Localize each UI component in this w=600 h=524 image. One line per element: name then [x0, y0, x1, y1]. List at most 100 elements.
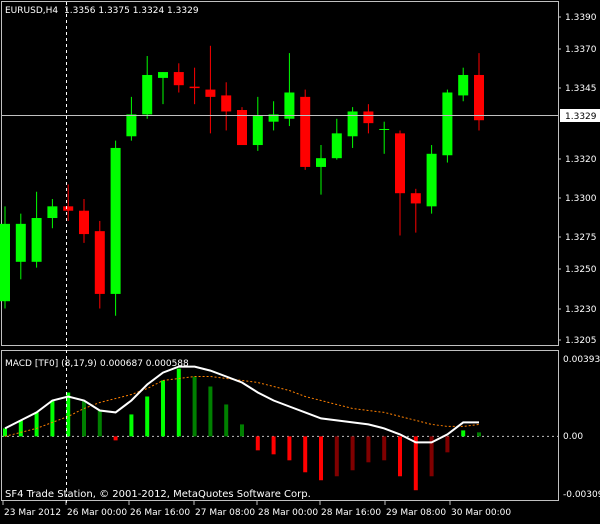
macd-histogram-bar [255, 436, 260, 451]
candle [142, 56, 153, 119]
macd-histogram-bar [224, 404, 229, 437]
candle-body [474, 74, 484, 121]
candle-body [426, 153, 437, 207]
macd-histogram-bar [287, 436, 292, 461]
candle-body [158, 72, 168, 78]
candle [63, 184, 74, 221]
price-plot [0, 45, 484, 316]
candle [173, 63, 184, 93]
time-tick-label: 30 Mar 00:00 [451, 508, 511, 518]
candle-body [94, 231, 105, 294]
candle-body [300, 96, 311, 167]
candle [395, 130, 405, 236]
candle-body [31, 218, 42, 262]
price-tick-label: 1.3250 [565, 265, 597, 275]
macd-histogram-bar [445, 436, 450, 453]
macd-axis-zero: 0.00 [563, 432, 583, 442]
candle [300, 89, 311, 170]
candle [379, 121, 390, 154]
candle-body [442, 92, 453, 156]
macd-plot [2, 365, 558, 491]
price-tick-label: 1.3205 [565, 336, 597, 346]
candle [316, 145, 326, 195]
candle [331, 118, 342, 160]
price-tick-label: 1.3320 [565, 155, 597, 165]
candle [410, 188, 421, 233]
price-panel-frame [1, 1, 559, 346]
candle [347, 107, 358, 148]
candle-body [126, 114, 137, 137]
candle-body [395, 133, 405, 194]
candle [126, 96, 137, 141]
candle [252, 96, 263, 151]
candle-body [47, 206, 58, 219]
time-tick-label: 27 Mar 08:00 [195, 508, 255, 518]
macd-histogram-bar [192, 376, 197, 437]
candle-body [379, 128, 390, 130]
current-price-label: 1.3329 [565, 112, 597, 122]
macd-histogram-bar [82, 400, 86, 437]
candle [47, 199, 58, 229]
macd-histogram-bar [413, 436, 418, 491]
macd-histogram-bar [113, 436, 118, 441]
candle-body [63, 206, 74, 211]
price-tick-label: 1.3390 [565, 13, 597, 23]
metatrader-chart-window[interactable]: EURUSD,H4 1.3356 1.3375 1.3324 1.3329 1.… [0, 0, 600, 520]
symbol-label: EURUSD,H4 [5, 6, 58, 16]
candle-body [221, 95, 232, 112]
macd-histogram-bar [3, 428, 7, 437]
macd-histogram-bar [50, 400, 55, 437]
macd-axis-top: 0.00393 [563, 355, 600, 365]
time-tick-label: 28 Mar 00:00 [258, 508, 318, 518]
macd-histogram-bar [398, 436, 402, 477]
candle [442, 89, 453, 163]
time-tick-label: 28 Mar 16:00 [321, 508, 381, 518]
macd-histogram-bar [303, 436, 308, 473]
copyright-text: SF4 Trade Station, © 2001-2012, MetaQuot… [5, 489, 311, 500]
candle-body [205, 89, 216, 97]
candle-body [331, 133, 342, 159]
macd-axis-bottom: -0.00309 [563, 490, 600, 500]
price-tick-label: 1.3275 [565, 233, 597, 243]
macd-title: MACD [TF0] (8,17,9) [5, 359, 97, 369]
macd-histogram-bar [208, 386, 213, 437]
macd-histogram-bar [129, 414, 134, 437]
candle [426, 145, 437, 214]
candle-body [458, 74, 469, 96]
macd-histogram-bar [382, 436, 387, 461]
candle [79, 199, 89, 243]
time-axis: 23 Mar 2012 26 Mar 00:00 26 Mar 16:00 27 Ma… [2, 501, 511, 518]
candle [205, 45, 216, 134]
chart-canvas[interactable]: EURUSD,H4 1.3356 1.3375 1.3324 1.3329 1.… [0, 0, 600, 520]
time-tick-label: 26 Mar 16:00 [130, 508, 190, 518]
price-tick-label: 1.3345 [565, 84, 597, 94]
macd-histogram-bar [97, 410, 102, 437]
price-tick-label: 1.3370 [565, 45, 597, 55]
candle-body [15, 223, 26, 262]
candle-body [142, 74, 153, 115]
candle [221, 82, 232, 131]
price-tick-label: 1.3230 [565, 305, 597, 315]
candle [458, 67, 469, 102]
macd-histogram-bar [240, 424, 244, 437]
time-tick-label: 26 Mar 00:00 [67, 508, 127, 518]
candle [189, 67, 200, 105]
candle [363, 104, 374, 134]
candle-body [189, 86, 200, 89]
candle-body [0, 223, 10, 302]
macd-histogram-bar [477, 432, 481, 437]
macd-histogram-bar [350, 436, 355, 471]
candle-body [252, 115, 263, 146]
candle-body [110, 147, 121, 294]
macd-histogram-bar [271, 436, 276, 455]
candle [158, 72, 168, 105]
ohlc-label: 1.3356 1.3375 1.3324 1.3329 [64, 6, 199, 16]
macd-histogram-bar [366, 436, 371, 463]
candle-body [410, 193, 421, 204]
macd-histogram-bar [319, 436, 323, 481]
candle [94, 220, 105, 309]
candle [110, 140, 121, 316]
macd-histogram-bar [461, 430, 466, 437]
macd-histogram-bar [145, 396, 150, 437]
candle [237, 107, 247, 146]
